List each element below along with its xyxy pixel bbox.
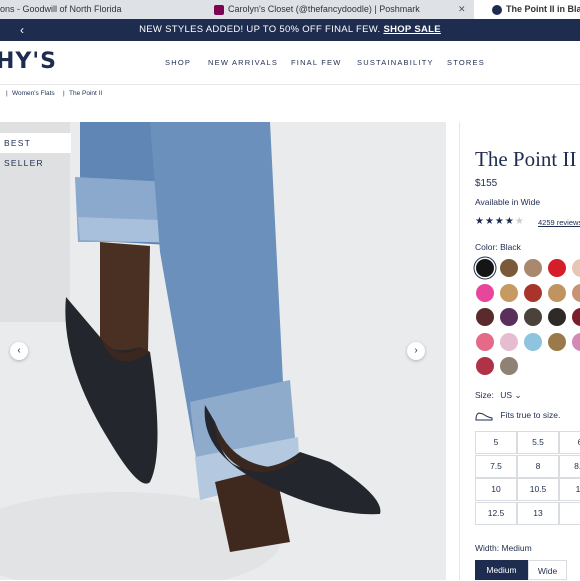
logo[interactable]: HY'S <box>0 49 57 74</box>
color-swatch[interactable] <box>476 308 494 326</box>
color-swatch[interactable] <box>548 283 566 302</box>
size-option[interactable]: 10.5 <box>517 478 559 501</box>
size-option[interactable]: 5.5 <box>517 431 559 454</box>
color-swatch[interactable] <box>524 283 542 302</box>
chevron-left-icon[interactable]: ‹ <box>10 342 28 360</box>
color-swatch[interactable] <box>500 357 518 375</box>
browser-tab-goodwill[interactable]: ons - Goodwill of North Florida ✕ <box>0 0 174 19</box>
size-option[interactable]: 10 <box>475 478 517 501</box>
size-option[interactable]: 12.5 <box>475 501 517 525</box>
width-wide-button[interactable]: Wide <box>528 560 567 580</box>
nav-final-few[interactable]: FINAL FEW <box>291 58 342 67</box>
promo-text: NEW STYLES ADDED! UP TO 50% OFF FINAL FE… <box>139 24 381 35</box>
product-price: $155 <box>475 178 498 189</box>
color-swatch[interactable] <box>548 308 566 326</box>
width-value: Medium <box>501 543 532 553</box>
star-empty-icon: ★ <box>514 216 525 227</box>
color-swatch[interactable] <box>476 283 494 302</box>
size-option[interactable]: 11 <box>559 478 580 501</box>
tab-title: Carolyn's Closet (@thefancydoodle) | Pos… <box>228 4 420 14</box>
fit-note-text: Fits true to size. <box>500 410 561 420</box>
reviews-link[interactable]: 4259 reviews <box>538 218 580 227</box>
width-label-text: Width: <box>475 543 500 553</box>
color-label-text: Color: <box>475 242 498 252</box>
color-swatch[interactable] <box>476 357 494 375</box>
stars-filled: ★★★★ <box>475 216 515 227</box>
color-label: Color: Black <box>475 242 521 252</box>
color-swatch[interactable] <box>524 259 542 277</box>
nav-new-arrivals[interactable]: NEW ARRIVALS <box>208 58 278 67</box>
site-header: HY'S SHOP NEW ARRIVALS FINAL FEW SUSTAIN… <box>0 41 580 85</box>
chevron-left-icon[interactable]: ‹ <box>20 19 24 41</box>
product-photo <box>0 122 446 580</box>
color-swatch[interactable] <box>500 332 518 351</box>
color-swatch[interactable] <box>476 332 494 351</box>
chevron-down-icon[interactable]: ⌄ <box>514 390 521 400</box>
size-label: Size: US ⌄ <box>475 390 522 401</box>
color-swatch[interactable] <box>500 308 518 326</box>
breadcrumb-separator: | <box>6 90 8 97</box>
promo-link[interactable]: SHOP SALE <box>383 24 440 35</box>
size-option[interactable]: 8 <box>517 454 559 478</box>
tab-title: ons - Goodwill of North Florida <box>0 4 122 14</box>
color-value: Black <box>500 242 521 252</box>
close-icon[interactable]: ✕ <box>458 0 466 19</box>
product-title: The Point II <box>475 147 577 171</box>
nav-shop[interactable]: SHOP <box>165 58 191 67</box>
size-option[interactable]: 7.5 <box>475 454 517 478</box>
chevron-right-icon[interactable]: › <box>407 342 425 360</box>
poshmark-favicon-icon <box>214 4 224 15</box>
rothys-favicon-icon <box>492 4 502 15</box>
breadcrumb-the-point[interactable]: The Point II <box>69 90 102 97</box>
browser-tab-bar: ons - Goodwill of North Florida ✕ Caroly… <box>0 0 580 19</box>
size-label-text: Size: <box>475 390 494 400</box>
availability-note: Available in Wide <box>475 197 541 207</box>
breadcrumb-womens-flats[interactable]: Women's Flats <box>12 90 55 97</box>
nav-sustainability[interactable]: SUSTAINABILITY <box>357 58 434 67</box>
star-rating: ★★★★★ <box>475 216 525 227</box>
nav-stores[interactable]: STORES <box>447 58 485 67</box>
browser-tab-poshmark[interactable]: Carolyn's Closet (@thefancydoodle) | Pos… <box>214 0 454 19</box>
color-swatch[interactable] <box>500 283 518 302</box>
fit-note: Fits true to size. <box>475 410 560 421</box>
size-option[interactable]: 6 <box>559 431 580 454</box>
color-swatch[interactable] <box>548 259 566 277</box>
promo-banner: ‹ NEW STYLES ADDED! UP TO 50% OFF FINAL … <box>0 19 580 41</box>
width-medium-button[interactable]: Medium <box>475 560 528 580</box>
size-option[interactable]: 5 <box>475 431 517 454</box>
size-option[interactable] <box>559 501 580 525</box>
width-label: Width: Medium <box>475 543 532 553</box>
best-seller-badge: BEST SELLER <box>0 133 71 168</box>
shoe-icon <box>475 412 493 421</box>
size-option[interactable]: 13 <box>517 501 559 525</box>
color-swatch[interactable] <box>524 332 542 351</box>
product-image <box>0 122 446 580</box>
breadcrumb: | Women's Flats | The Point II <box>0 85 580 122</box>
color-swatch[interactable] <box>524 308 542 326</box>
breadcrumb-separator: | <box>63 90 65 97</box>
tab-title: The Point II in Black | <box>506 4 580 14</box>
browser-tab-rothys[interactable]: The Point II in Black | <box>474 0 580 19</box>
color-swatch[interactable] <box>572 332 580 351</box>
size-option[interactable]: 8.5 <box>559 454 580 478</box>
color-swatch[interactable] <box>476 259 494 277</box>
color-swatch[interactable] <box>500 259 518 277</box>
color-swatch[interactable] <box>572 283 580 302</box>
color-swatch[interactable] <box>548 332 566 351</box>
size-unit-select[interactable]: US <box>500 390 512 400</box>
